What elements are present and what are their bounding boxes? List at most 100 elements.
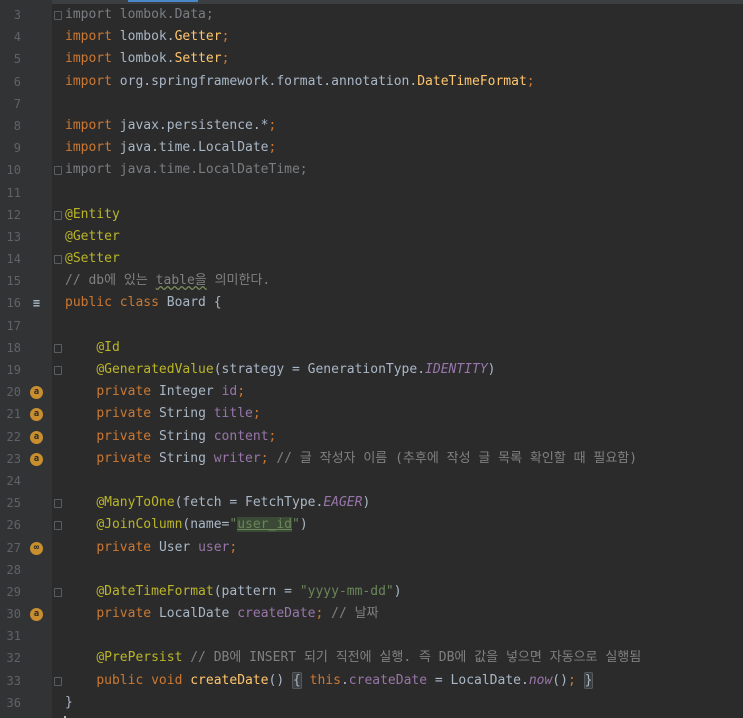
- annotation-marker-icon[interactable]: a: [30, 452, 43, 466]
- active-tab-indicator[interactable]: [128, 0, 198, 2]
- code-token: Board {: [166, 295, 222, 311]
- code-token: EAGER: [323, 495, 363, 511]
- code-token: // 날짜: [331, 606, 379, 622]
- code-token: user: [198, 539, 230, 555]
- code-line[interactable]: 31: [0, 625, 743, 647]
- code-line[interactable]: 3 import lombok.Data;: [0, 4, 743, 26]
- code-line[interactable]: 20 a private Integer id;: [0, 381, 743, 403]
- code-line[interactable]: 5 import lombok.Setter;: [0, 48, 743, 70]
- code-token: (pattern =: [213, 583, 300, 599]
- code-line[interactable]: 26 @JoinColumn(name="user_id"): [0, 514, 743, 536]
- code-line[interactable]: 8 import javax.persistence.*;: [0, 115, 743, 137]
- fold-toggle-icon[interactable]: [54, 587, 62, 597]
- code-token: }: [65, 694, 73, 710]
- code-line[interactable]: 28: [0, 559, 743, 581]
- line-number: 26: [6, 518, 21, 533]
- code-token: import lombok.Data;: [65, 7, 214, 22]
- code-token: ): [299, 517, 308, 533]
- code-token: Getter: [174, 29, 222, 45]
- fold-toggle-icon[interactable]: [54, 521, 62, 531]
- code-text: private User user;: [65, 537, 237, 559]
- fold-toggle-icon[interactable]: [54, 366, 62, 375]
- fold-toggle-icon[interactable]: [54, 255, 62, 265]
- line-number: 15: [6, 274, 21, 289]
- code-token: content: [213, 428, 269, 444]
- line-number: 22: [6, 429, 21, 444]
- fold-toggle-icon[interactable]: [54, 676, 62, 686]
- line-number: 19: [6, 363, 21, 377]
- code-line[interactable]: 7: [0, 93, 743, 115]
- line-number: 17: [6, 318, 21, 333]
- code-line[interactable]: 16 ≡ public class Board {: [0, 292, 743, 314]
- code-text: public void createDate() { this.createDa…: [65, 670, 594, 692]
- line-number: 12: [6, 207, 21, 222]
- line-number: 21: [6, 407, 21, 422]
- code-text: import java.time.LocalDate;: [65, 137, 276, 159]
- code-editor[interactable]: 3 import lombok.Data; 4 import lombok.Gette…: [0, 4, 743, 714]
- fold-toggle-icon[interactable]: [54, 343, 62, 353]
- code-line[interactable]: 29 @DateTimeFormat(pattern = "yyyy-mm-dd…: [0, 581, 743, 603]
- code-token: }: [583, 671, 594, 689]
- code-line[interactable]: 23 a private String writer; // 글 작성자 이름 (…: [0, 448, 743, 470]
- code-line[interactable]: 30 a private LocalDate createDate; // 날짜: [0, 603, 743, 625]
- code-text: import org.springframework.format.annota…: [65, 71, 535, 93]
- code-token: public void: [96, 672, 191, 688]
- code-token: // db에 있는: [65, 273, 156, 289]
- code-text: private String title;: [65, 403, 260, 425]
- code-line[interactable]: 11: [0, 182, 743, 204]
- code-line[interactable]: 6 import org.springframework.format.annot…: [0, 71, 743, 93]
- code-line[interactable]: 24: [0, 470, 743, 492]
- annotation-marker-icon[interactable]: a: [30, 408, 43, 422]
- code-token: private: [96, 406, 159, 422]
- code-line[interactable]: 17: [0, 315, 743, 337]
- code-line[interactable]: 10 import java.time.LocalDateTime;: [0, 159, 743, 181]
- line-number: 4: [13, 30, 21, 45]
- code-token: (fetch = FetchType.: [174, 495, 324, 511]
- code-line[interactable]: 19 @GeneratedValue(strategy = Generation…: [0, 359, 743, 381]
- fold-toggle-icon[interactable]: [54, 166, 62, 176]
- code-line[interactable]: 21 a private String title;: [0, 403, 743, 425]
- annotation-marker-icon[interactable]: a: [30, 608, 43, 622]
- code-token: org.springframework.format.annotation.: [119, 73, 418, 89]
- code-token: DateTimeFormat: [417, 73, 527, 89]
- fold-toggle-icon[interactable]: [54, 499, 62, 509]
- annotation-marker-icon[interactable]: a: [30, 430, 43, 444]
- code-token: // DB에 INSERT 되기 직전에 실행. 즉 DB에 값을 넣으면 자동…: [190, 650, 642, 666]
- line-number: 3: [13, 8, 21, 22]
- code-line[interactable]: 18 @Id: [0, 337, 743, 359]
- fold-toggle-icon[interactable]: [54, 11, 62, 20]
- code-text: private String writer; // 글 작성자 이름 (추후에 …: [65, 448, 637, 470]
- code-token: ): [362, 495, 371, 511]
- code-line[interactable]: 13 @Getter: [0, 226, 743, 248]
- code-line[interactable]: 27 ∞ private User user;: [0, 537, 743, 559]
- line-number: 5: [13, 52, 21, 67]
- code-token: lombok.: [119, 29, 175, 45]
- annotation-marker-icon[interactable]: a: [30, 386, 43, 400]
- code-token: Integer: [158, 384, 222, 400]
- code-line[interactable]: 25 @ManyToOne(fetch = FetchType.EAGER): [0, 492, 743, 514]
- code-line[interactable]: 4 import lombok.Getter;: [0, 26, 743, 48]
- code-line[interactable]: 12 @Entity: [0, 204, 743, 226]
- line-number: 28: [6, 562, 21, 577]
- line-number: 16: [6, 296, 21, 311]
- code-token: (name=: [182, 517, 230, 533]
- code-line[interactable]: 33 public void createDate() { this.creat…: [0, 670, 743, 692]
- code-line[interactable]: 15 // db에 있는 table을 의미한다.: [0, 270, 743, 292]
- code-token: lombok.: [119, 51, 175, 67]
- relation-link-icon[interactable]: ∞: [30, 541, 43, 555]
- code-line[interactable]: 32 @PrePersist // DB에 INSERT 되기 직전에 실행. …: [0, 647, 743, 669]
- code-token: @Id: [96, 339, 120, 355]
- database-entity-icon[interactable]: ≡: [30, 297, 43, 310]
- fold-toggle-icon[interactable]: [54, 210, 62, 220]
- code-line[interactable]: 9 import java.time.LocalDate;: [0, 137, 743, 159]
- code-line[interactable]: 36}: [0, 692, 743, 714]
- code-line[interactable]: 14 @Setter: [0, 248, 743, 270]
- code-line[interactable]: 22 a private String content;: [0, 426, 743, 448]
